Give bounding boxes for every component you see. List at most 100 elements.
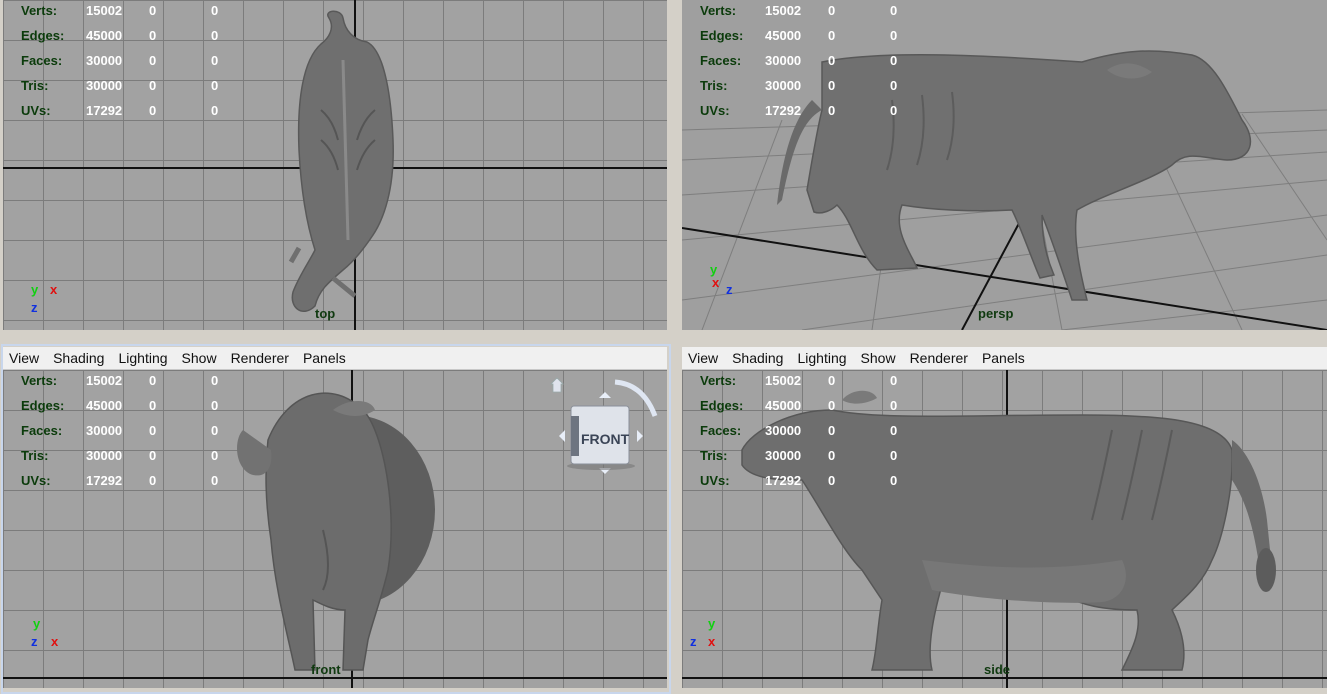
hud-value: 30000 — [765, 448, 802, 463]
hud-value: 0 — [211, 28, 219, 43]
hud-label-tris: Tris: — [21, 78, 49, 93]
menu-view[interactable]: View — [688, 350, 718, 366]
hud-value: 0 — [211, 373, 219, 388]
menu-panels[interactable]: Panels — [303, 350, 346, 366]
axis-x-label: x — [712, 275, 720, 290]
hud-label-uvs: UVs: — [700, 473, 730, 488]
viewcube[interactable]: FRONT — [543, 376, 663, 486]
hud-value: 30000 — [86, 423, 123, 438]
hud-label-faces: Faces: — [700, 53, 742, 68]
axis-y-label: y — [708, 616, 716, 631]
hud-value: 17292 — [86, 473, 123, 488]
menu-shading[interactable]: Shading — [53, 350, 104, 366]
arrow-right-icon — [637, 430, 643, 442]
hud-value: 15002 — [86, 3, 123, 18]
hud-label-verts: Verts: — [700, 3, 737, 18]
hud-value: 0 — [890, 78, 898, 93]
hud-value: 45000 — [86, 28, 123, 43]
viewport-front[interactable]: Verts: 15002 0 0 Edges: 45000 0 0 Faces: 30000 0… — [3, 370, 667, 688]
hud-value: 0 — [828, 398, 836, 413]
arrow-left-icon — [559, 430, 565, 442]
hud-value: 30000 — [765, 423, 802, 438]
hud-value: 0 — [149, 423, 157, 438]
axis-x-label: x — [708, 634, 716, 649]
menu-shading[interactable]: Shading — [732, 350, 783, 366]
hud-label-uvs: UVs: — [21, 473, 51, 488]
axis-x-label: x — [50, 282, 58, 297]
hud-value: 0 — [828, 78, 836, 93]
hud-value: 0 — [890, 398, 898, 413]
hud-value: 15002 — [86, 373, 123, 388]
hud-value: 45000 — [86, 398, 123, 413]
hud-value: 0 — [149, 398, 157, 413]
hud-value: 30000 — [765, 53, 802, 68]
hud-value: 0 — [149, 373, 157, 388]
hud-value: 0 — [890, 448, 898, 463]
hud-value: 0 — [211, 448, 219, 463]
hud-value: 0 — [211, 398, 219, 413]
hud-value: 0 — [211, 423, 219, 438]
hud-value: 0 — [211, 78, 219, 93]
hud-label-uvs: UVs: — [700, 103, 730, 118]
viewport-side[interactable]: Verts: 15002 0 0 Edges: 45000 0 0 Faces: 30000 0… — [682, 370, 1327, 688]
hud-label-uvs: UVs: — [21, 103, 51, 118]
hud-label-faces: Faces: — [700, 423, 742, 438]
hud-label-faces: Faces: — [21, 423, 63, 438]
hud-value: 17292 — [86, 103, 123, 118]
hud-value: 0 — [149, 53, 157, 68]
menu-view[interactable]: View — [9, 350, 39, 366]
hud-label-edges: Edges: — [21, 398, 65, 413]
hud-label-tris: Tris: — [21, 448, 49, 463]
viewport-top[interactable]: Verts: 15002 0 0 Edges: 45000 0 0 Faces: 30000 0… — [3, 0, 667, 330]
axis-z-label: z — [31, 300, 38, 315]
menu-renderer[interactable]: Renderer — [910, 350, 968, 366]
menu-lighting[interactable]: Lighting — [797, 350, 846, 366]
hud-label-verts: Verts: — [21, 3, 58, 18]
hud-label-edges: Edges: — [700, 28, 744, 43]
hud-label-tris: Tris: — [700, 448, 728, 463]
hud-value: 0 — [828, 3, 836, 18]
hud-value: 0 — [828, 473, 836, 488]
menu-show[interactable]: Show — [182, 350, 217, 366]
hud-value: 17292 — [765, 103, 802, 118]
menu-show[interactable]: Show — [861, 350, 896, 366]
axis-z-label: z — [31, 634, 38, 649]
home-icon — [550, 377, 564, 393]
camera-label-top: top — [315, 306, 336, 321]
viewcube-face-label[interactable]: FRONT — [581, 431, 629, 447]
hud-value: 30000 — [86, 448, 123, 463]
cow-mesh-top[interactable] — [3, 0, 667, 330]
hud-label-edges: Edges: — [21, 28, 65, 43]
hud-value: 0 — [890, 28, 898, 43]
viewport-persp[interactable]: Verts: 15002 0 0 Edges: 45000 0 0 Faces: 30000 0… — [682, 0, 1327, 330]
hud-value: 0 — [149, 78, 157, 93]
camera-label-front: front — [311, 662, 341, 677]
panel-menubar-side: View Shading Lighting Show Renderer Pane… — [682, 347, 1327, 370]
hud-value: 30000 — [86, 53, 123, 68]
hud-value: 0 — [149, 473, 157, 488]
cow-mesh-side[interactable] — [682, 370, 1327, 688]
hud-value: 0 — [211, 473, 219, 488]
hud-value: 0 — [149, 28, 157, 43]
hud-value: 0 — [890, 373, 898, 388]
hud-value: 45000 — [765, 398, 802, 413]
hud-value: 0 — [149, 103, 157, 118]
hud-value: 0 — [828, 448, 836, 463]
menu-lighting[interactable]: Lighting — [118, 350, 167, 366]
hud-value: 0 — [211, 3, 219, 18]
hud-label-verts: Verts: — [700, 373, 737, 388]
hud-value: 0 — [149, 448, 157, 463]
hud-value: 15002 — [765, 3, 802, 18]
menu-renderer[interactable]: Renderer — [231, 350, 289, 366]
hud-label-tris: Tris: — [700, 78, 728, 93]
hud-value: 0 — [211, 53, 219, 68]
hud-value: 0 — [890, 103, 898, 118]
hud-label-verts: Verts: — [21, 373, 58, 388]
menu-panels[interactable]: Panels — [982, 350, 1025, 366]
hud-value: 0 — [828, 53, 836, 68]
axis-x-label: x — [51, 634, 59, 649]
camera-label-persp: persp — [978, 306, 1014, 321]
cow-mesh-persp[interactable] — [682, 0, 1327, 330]
axis-z-label: z — [726, 282, 733, 297]
hud-value: 0 — [890, 53, 898, 68]
